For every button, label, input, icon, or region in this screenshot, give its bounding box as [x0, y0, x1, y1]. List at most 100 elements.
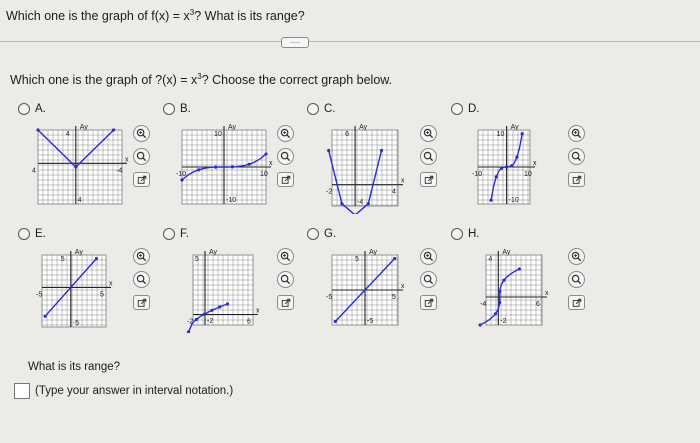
zoom-out-button[interactable] — [568, 271, 585, 288]
option-e[interactable]: E. — [18, 228, 46, 240]
curve-point — [112, 128, 116, 132]
tick-label: 6 — [247, 319, 251, 326]
tick-label: 5 — [355, 256, 359, 263]
option-a[interactable]: A. — [18, 103, 46, 115]
zoom-out-button[interactable] — [133, 148, 150, 165]
tick-label: -4 — [357, 199, 363, 206]
graph-a: 4 4 -4 4 Ay x — [32, 124, 129, 205]
zoom-in-button[interactable] — [420, 248, 437, 265]
zoom-in-icon — [280, 251, 291, 262]
tick-label: -2 — [207, 318, 213, 325]
option-label: E. — [35, 228, 46, 240]
tick-label: 10 — [260, 171, 268, 178]
option-d[interactable]: D. — [451, 103, 480, 115]
curve-point — [225, 302, 230, 306]
curve-point — [194, 317, 198, 322]
zoom-out-button[interactable] — [277, 271, 294, 288]
curve-point — [264, 152, 268, 156]
radio-button[interactable] — [163, 103, 175, 115]
question-title: Which one is the graph of f(x) = x3? Wha… — [6, 8, 305, 23]
radio-button[interactable] — [451, 103, 463, 115]
zoom-in-button[interactable] — [277, 125, 294, 142]
curve-point — [494, 175, 498, 179]
open-graph-button[interactable] — [420, 295, 437, 310]
question-title-prefix: Which one is the graph of f(x) = x — [6, 9, 190, 24]
curve-point — [210, 308, 214, 312]
curve-point — [180, 178, 184, 182]
option-label: F. — [180, 228, 189, 240]
zoom-out-button[interactable] — [277, 148, 294, 165]
radio-button[interactable] — [307, 103, 319, 115]
tick-label: x — [269, 160, 273, 167]
tick-label: x — [109, 280, 113, 287]
open-graph-button[interactable] — [568, 295, 585, 310]
tick-label: Ay — [502, 249, 511, 256]
graph-e: 5 -5 5 -5 Ay x — [36, 249, 113, 328]
option-f[interactable]: F. — [163, 228, 189, 240]
radio-button[interactable] — [18, 103, 30, 115]
tick-label: -5 — [73, 320, 79, 327]
open-graph-button[interactable] — [420, 172, 437, 187]
zoom-out-icon — [571, 151, 582, 162]
zoom-out-button[interactable] — [568, 148, 585, 165]
external-link-icon — [281, 175, 290, 184]
tick-label: 4 — [392, 189, 396, 196]
external-link-icon — [281, 298, 290, 307]
tick-label: x — [125, 156, 129, 163]
radio-button[interactable] — [163, 228, 175, 240]
curve-point — [333, 319, 337, 324]
zoom-in-button[interactable] — [420, 125, 437, 142]
curve-point — [366, 202, 370, 206]
external-link-icon — [572, 175, 581, 184]
zoom-in-button[interactable] — [133, 248, 150, 265]
option-b[interactable]: B. — [163, 103, 191, 115]
tick-label: -5 — [326, 294, 332, 301]
tick-label: 10 — [524, 171, 532, 178]
open-graph-button[interactable] — [277, 295, 294, 310]
zoom-in-icon — [571, 251, 582, 262]
zoom-in-button[interactable] — [568, 248, 585, 265]
curve-point — [478, 323, 482, 327]
radio-button[interactable] — [18, 228, 30, 240]
tick-label: Ay — [80, 124, 89, 131]
range-answer-input[interactable] — [14, 383, 30, 399]
zoom-out-button[interactable] — [420, 271, 437, 288]
zoom-in-button[interactable] — [133, 125, 150, 142]
tick-label: -5 — [367, 318, 373, 325]
zoom-out-button[interactable] — [420, 148, 437, 165]
curve-point — [214, 165, 218, 169]
tick-label: 6 — [345, 131, 349, 138]
open-graph-button[interactable] — [133, 172, 150, 187]
tick-label: -10 — [226, 197, 236, 204]
zoom-in-icon — [136, 128, 147, 139]
zoom-in-button[interactable] — [568, 125, 585, 142]
radio-button[interactable] — [307, 228, 319, 240]
zoom-in-button[interactable] — [277, 248, 294, 265]
answer-hint: (Type your answer in interval notation.) — [35, 385, 234, 397]
open-graph-button[interactable] — [277, 172, 294, 187]
curve-point — [510, 164, 514, 168]
tick-label: -5 — [36, 291, 42, 298]
graph-b: 10 -10 10 -10 Ay x — [176, 124, 273, 205]
open-graph-button[interactable] — [133, 295, 150, 310]
open-graph-button[interactable] — [568, 172, 585, 187]
radio-button[interactable] — [451, 228, 463, 240]
curve-point — [36, 128, 40, 132]
zoom-in-icon — [423, 251, 434, 262]
tick-label: -2 — [500, 318, 506, 325]
zoom-out-button[interactable] — [133, 271, 150, 288]
tick-label: -10 — [509, 197, 519, 204]
option-h[interactable]: H. — [451, 228, 480, 240]
option-label: C. — [324, 103, 336, 115]
zoom-out-icon — [136, 274, 147, 285]
external-link-icon — [137, 298, 146, 307]
option-c[interactable]: C. — [307, 103, 336, 115]
tick-label: 4 — [78, 197, 82, 204]
option-g[interactable]: G. — [307, 228, 336, 240]
more-button[interactable]: ..... — [281, 37, 309, 48]
curve-point — [499, 166, 503, 170]
graph-f: 5 -2 6 -2 Ay x — [186, 249, 260, 333]
curve-point — [515, 155, 519, 159]
curve-point — [218, 305, 222, 309]
tick-label: -4 — [480, 301, 486, 308]
